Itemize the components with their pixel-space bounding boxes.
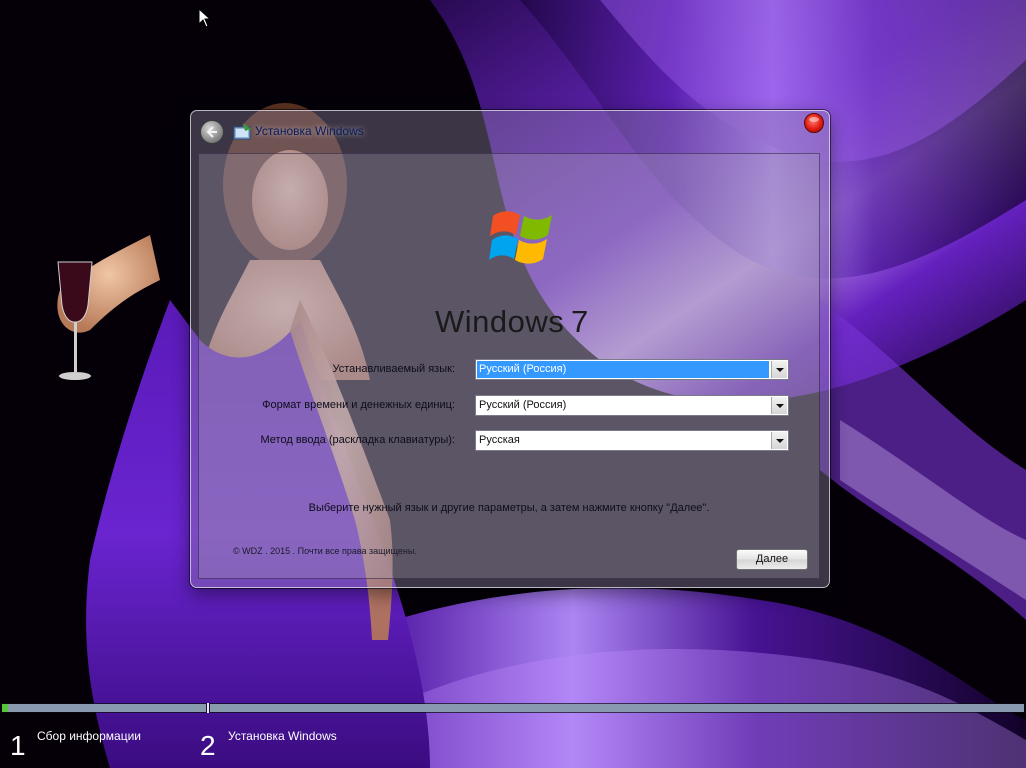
windows-flag-logo [489,211,552,264]
desktop: Установка Windows Windows 7 Устанавливае… [0,0,1026,768]
copyright-text: © WDZ . 2015 . Почти все права защищены. [233,546,417,556]
setup-icon [233,123,251,140]
keyboard-label: Метод ввода (раскладка клавиатуры): [260,434,455,446]
language-value: Русский (Россия) [477,361,769,378]
setup-window: Установка Windows Windows 7 Устанавливае… [190,110,830,588]
step-label-2: Установка Windows [228,729,337,743]
step-number-2: 2 [200,730,216,761]
language-combobox[interactable]: Русский (Россия) [475,359,789,380]
back-arrow-icon[interactable] [200,120,224,144]
content-pane: Windows 7 Устанавливаемый язык: Русский … [198,153,820,579]
next-button[interactable]: Далее [736,549,808,570]
time-format-combobox[interactable]: Русский (Россия) [475,395,789,416]
instruction-text: Выберите нужный язык и другие параметры,… [308,502,710,514]
mouse-cursor-icon [198,8,212,28]
time-format-label: Формат времени и денежных единиц: [262,399,455,411]
keyboard-combobox[interactable]: Русская [475,430,789,451]
titlebar: Установка Windows [191,111,829,151]
progress-strip [0,703,1026,713]
time-format-value: Русский (Россия) [479,399,567,411]
windows-wordmark: Windows [435,304,565,339]
close-icon[interactable] [804,113,824,133]
chevron-down-icon[interactable] [771,361,787,378]
progress-track-step-1 [2,704,206,712]
progress-track-step-2 [210,704,1024,712]
progress-divider [207,703,209,713]
window-title: Установка Windows [255,124,364,138]
keyboard-value: Русская [479,434,520,446]
language-label: Устанавливаемый язык: [332,363,455,375]
windows-version: 7 [571,304,589,339]
chevron-down-icon[interactable] [771,432,787,449]
step-label-1: Сбор информации [37,729,141,743]
chevron-down-icon[interactable] [771,397,787,414]
step-number-1: 1 [10,730,26,761]
progress-fill-step-1 [2,704,8,712]
